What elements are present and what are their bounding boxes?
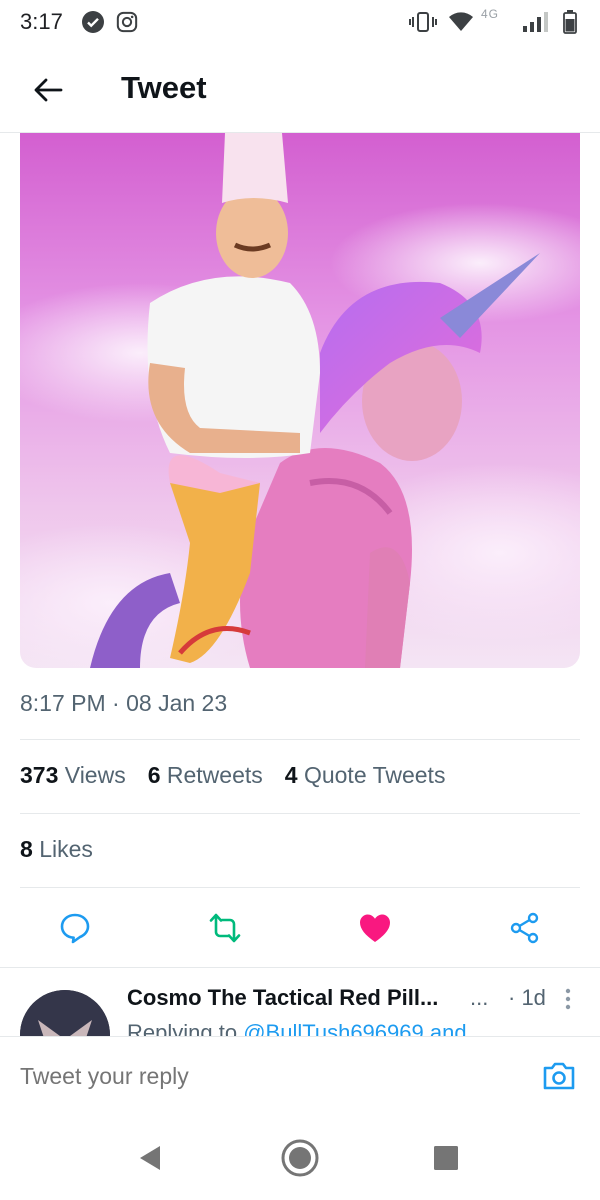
instagram-icon [114,10,140,34]
retweets-label: Retweets [166,762,263,788]
system-nav-bar [0,1112,600,1200]
retweet-icon [209,913,241,943]
arrow-left-icon [34,78,63,102]
views-stat: 373 Views [20,762,126,789]
quote-tweets-count: 4 [284,762,298,788]
divider [20,813,580,814]
nav-home-button[interactable] [278,1136,322,1180]
wifi-icon [447,10,475,34]
nav-recents-button[interactable] [424,1136,468,1180]
status-bar: 3:17 4G [0,0,600,44]
divider [20,739,580,740]
replying-to-and: and [429,1020,467,1036]
battery-icon [560,10,580,34]
photo-illustration [20,133,580,668]
vibrate-icon [408,10,438,34]
share-icon [510,912,539,944]
replying-to-label: Replying to [127,1020,238,1036]
share-button[interactable] [503,906,547,950]
divider [0,967,600,968]
tweet-stats: 373 Views 6 Retweets 4 Quote Tweets [20,762,445,789]
views-label: Views [64,762,126,788]
retweets-count: 6 [147,762,161,788]
tweet-photo[interactable] [20,133,580,668]
status-time: 3:17 [20,9,63,34]
square-recents-icon [434,1146,458,1170]
likes-stat[interactable]: 8 Likes [20,836,93,863]
check-badge-icon [80,10,106,34]
signal-icon [520,10,552,34]
reply-input[interactable] [20,1063,500,1090]
page-title: Tweet [121,70,207,105]
reply-time: · 1d [508,985,546,1010]
camera-icon [543,1062,575,1090]
like-icon [360,914,390,942]
like-button[interactable] [353,906,397,950]
reply-name-ellipsis: ... [470,985,489,1010]
nav-back-button[interactable] [128,1136,172,1180]
likes-label: Likes [39,836,93,862]
reply-button[interactable] [53,906,97,950]
reply-icon [60,913,90,944]
replying-to-handle[interactable]: @BullTush696969 [243,1020,424,1036]
camera-button[interactable] [540,1059,578,1093]
retweet-button[interactable] [203,906,247,950]
reply-author-name[interactable]: Cosmo The Tactical Red Pill... [127,985,438,1011]
reply-composer [0,1036,600,1113]
quote-tweets-label: Quote Tweets [303,762,446,788]
likes-count: 8 [20,836,33,862]
quote-tweets-stat[interactable]: 4 Quote Tweets [285,762,446,789]
back-button[interactable] [26,68,70,112]
more-options-button[interactable] [558,984,578,1014]
vertical-ellipsis-icon [565,988,571,1010]
triangle-back-icon [140,1146,160,1170]
retweets-stat[interactable]: 6 Retweets [148,762,263,789]
views-count: 373 [20,762,59,788]
replying-to-line: Replying to @BullTush696969 and [127,1018,547,1036]
tweet-timestamp: 8:17 PM · 08 Jan 23 [20,690,228,716]
reply-context: Replying to @BullTush696969 and [127,1018,547,1036]
home-circle-icon [281,1139,319,1177]
app-header: Tweet [0,44,600,133]
network-type: 4G [481,7,500,21]
divider [20,887,580,888]
